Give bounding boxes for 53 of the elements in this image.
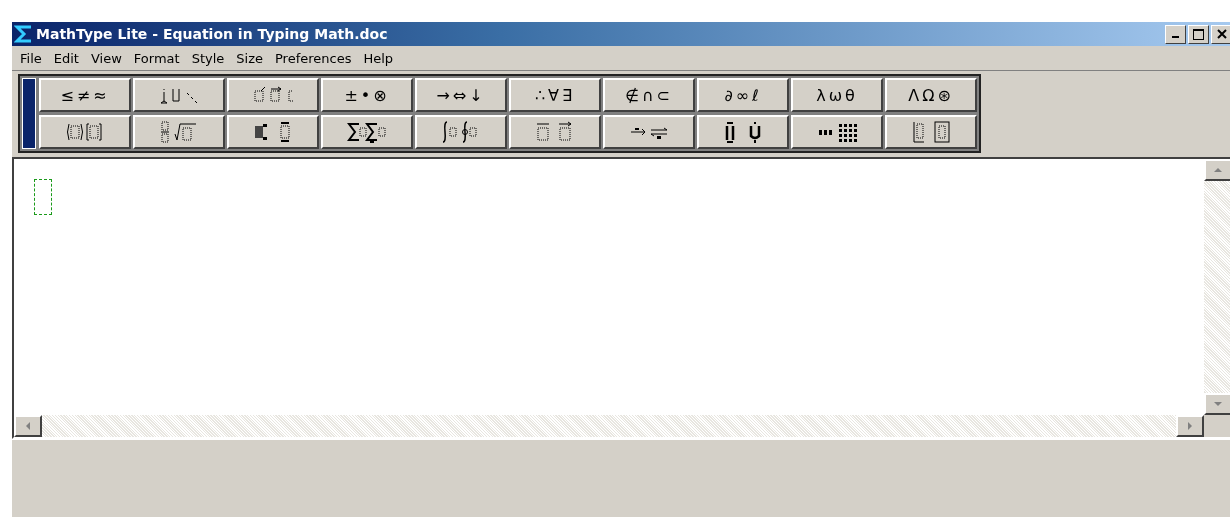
symbol-palette-button[interactable]: λωθ	[791, 78, 883, 112]
template-palette-button[interactable]	[791, 115, 883, 149]
up-arrow-icon	[1214, 166, 1222, 174]
window-title: MathType Lite - Equation in Typing Math.doc	[36, 26, 389, 42]
minimize-button[interactable]	[1165, 24, 1186, 44]
symbol-palette-button[interactable]: ±•⊗	[321, 78, 413, 112]
menu-item[interactable]: Style	[185, 50, 231, 66]
template-icon	[159, 120, 199, 144]
menu-item[interactable]: Preferences	[268, 50, 358, 66]
symbol-palette-button[interactable]: ∴∀∃	[509, 78, 601, 112]
symbol-palette-button[interactable]: →⇔↓	[415, 78, 507, 112]
scroll-down-button[interactable]	[1204, 393, 1230, 415]
close-icon	[1216, 29, 1227, 39]
menu-item[interactable]: View	[84, 50, 128, 66]
template-palette-button[interactable]	[133, 115, 225, 149]
symbol-palette-button[interactable]: ∉∩⊂	[603, 78, 695, 112]
toolbar-grip[interactable]	[22, 78, 36, 149]
right-arrow-icon	[1186, 422, 1194, 430]
left-arrow-icon	[24, 422, 32, 430]
down-arrow-icon	[1214, 400, 1222, 408]
horizontal-scrollbar[interactable]	[14, 415, 1204, 437]
scroll-left-button[interactable]	[14, 415, 42, 437]
template-palette-button[interactable]	[227, 115, 319, 149]
template-icon	[723, 120, 763, 144]
template-icon	[65, 120, 105, 144]
close-button[interactable]	[1211, 24, 1230, 44]
symbol-palette-button[interactable]: ∂∞ℓ	[697, 78, 789, 112]
menu-item[interactable]: Help	[357, 50, 400, 66]
template-palette-button[interactable]	[39, 115, 131, 149]
template-icon	[253, 120, 293, 144]
scroll-up-button[interactable]	[1204, 159, 1230, 181]
menu-item[interactable]: Format	[127, 50, 186, 66]
maximize-button[interactable]	[1188, 24, 1209, 44]
empty-slot[interactable]	[34, 179, 52, 215]
template-palette-button[interactable]	[509, 115, 601, 149]
menu-item[interactable]: Edit	[47, 50, 85, 66]
template-palette-button[interactable]	[415, 115, 507, 149]
menu-item[interactable]: Size	[230, 50, 269, 66]
template-icon	[347, 120, 387, 144]
menu-item[interactable]: File	[14, 50, 48, 66]
vertical-scrollbar[interactable]	[1204, 159, 1230, 415]
template-palette-button[interactable]	[885, 115, 977, 149]
sigma-icon	[14, 24, 34, 44]
template-palette-button[interactable]	[697, 115, 789, 149]
symbol-palette-button[interactable]	[227, 78, 319, 112]
template-icon	[911, 120, 951, 144]
template-palette-button[interactable]	[603, 115, 695, 149]
symbol-palette-button[interactable]	[133, 78, 225, 112]
symbol-palette-button[interactable]: ΛΩ⊛	[885, 78, 977, 112]
symbol-palette-button[interactable]: ≤≠≈	[39, 78, 131, 112]
maximize-icon	[1193, 28, 1204, 40]
template-palette-button[interactable]	[321, 115, 413, 149]
scroll-right-button[interactable]	[1176, 415, 1204, 437]
